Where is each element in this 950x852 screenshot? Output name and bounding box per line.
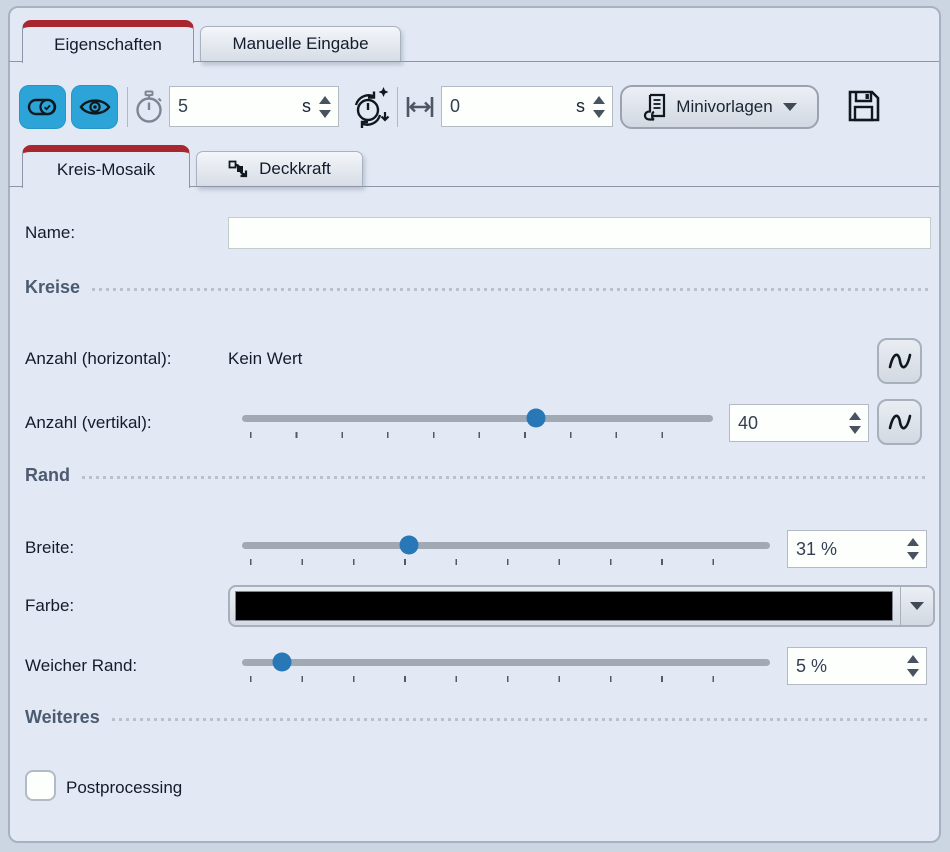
slider-handle[interactable] [527, 409, 546, 428]
section-weiteres: Weiteres [25, 707, 928, 728]
spin-up-icon[interactable] [849, 412, 861, 420]
anzahl-vertikal-spin-arrows[interactable] [849, 412, 861, 434]
slider-handle[interactable] [400, 536, 419, 555]
time-offset-icon [404, 93, 436, 121]
section-rand: Rand [25, 465, 928, 486]
tab-deckkraft-label: Deckkraft [259, 159, 331, 179]
name-label: Name: [25, 223, 75, 243]
spin-up-icon[interactable] [593, 96, 605, 104]
duration-spinbox[interactable]: s [169, 86, 339, 127]
spin-down-icon[interactable] [907, 552, 919, 560]
section-weiteres-title: Weiteres [25, 707, 100, 728]
anzahl-vertikal-input[interactable] [730, 413, 849, 434]
save-icon[interactable] [845, 88, 882, 124]
minivorlagen-label: Minivorlagen [676, 97, 772, 117]
section-divider-dots [82, 476, 928, 479]
tab-eigenschaften[interactable]: Eigenschaften [22, 20, 194, 63]
curve-button-horizontal[interactable] [877, 338, 922, 384]
duration-spin-arrows[interactable] [319, 96, 331, 118]
toggle-check-icon [27, 96, 59, 118]
slider-ticks [250, 432, 707, 438]
eye-icon [78, 95, 112, 119]
section-kreise-title: Kreise [25, 277, 80, 298]
anzahl-vertikal-spinbox[interactable] [729, 404, 869, 442]
weicher-rand-label: Weicher Rand: [25, 656, 137, 676]
minivorlagen-button[interactable]: Minivorlagen [620, 85, 819, 129]
breite-input[interactable] [788, 539, 907, 560]
stopwatch-icon [131, 89, 167, 125]
keyframe-curve-icon [228, 158, 252, 180]
tab-manuelle-eingabe-label: Manuelle Eingabe [232, 34, 368, 54]
breite-spinbox[interactable] [787, 530, 927, 568]
chevron-down-icon [783, 103, 797, 111]
offset-spinbox[interactable]: s [441, 86, 613, 127]
spin-up-icon[interactable] [907, 655, 919, 663]
color-dropdown-button[interactable] [900, 587, 933, 625]
section-kreise: Kreise [25, 277, 928, 298]
anzahl-horizontal-label: Anzahl (horizontal): [25, 349, 171, 369]
duration-unit: s [302, 96, 311, 117]
tab-eigenschaften-label: Eigenschaften [54, 35, 162, 55]
offset-unit: s [576, 96, 585, 117]
slider-ticks [250, 676, 764, 682]
curve-button-vertical[interactable] [877, 399, 922, 445]
offset-input[interactable] [442, 96, 576, 117]
section-rand-title: Rand [25, 465, 70, 486]
tab-kreis-mosaik-label: Kreis-Mosaik [57, 160, 155, 180]
spin-down-icon[interactable] [593, 110, 605, 118]
toolbar-separator [127, 87, 128, 127]
tab-deckkraft[interactable]: Deckkraft [196, 151, 363, 187]
visibility-button[interactable] [71, 85, 118, 129]
effect-properties-window: Eigenschaften Manuelle Eingabe [0, 0, 950, 852]
postprocessing-label: Postprocessing [66, 778, 182, 798]
spin-down-icon[interactable] [849, 426, 861, 434]
spin-up-icon[interactable] [907, 538, 919, 546]
weicher-rand-slider[interactable] [242, 647, 770, 685]
weicher-rand-spinbox[interactable] [787, 647, 927, 685]
farbe-color-picker[interactable] [228, 585, 935, 627]
effect-enabled-toggle-button[interactable] [19, 85, 66, 129]
anzahl-vertikal-label: Anzahl (vertikal): [25, 413, 152, 433]
toolbar-separator [397, 87, 398, 127]
color-swatch[interactable] [235, 591, 893, 621]
anzahl-vertikal-slider[interactable] [242, 403, 713, 441]
anzahl-horizontal-value: Kein Wert [228, 349, 302, 369]
chevron-down-icon [910, 602, 924, 610]
breite-slider[interactable] [242, 530, 770, 568]
slider-handle[interactable] [272, 653, 291, 672]
template-scroll-icon [642, 92, 668, 122]
section-divider-dots [92, 288, 928, 291]
spin-down-icon[interactable] [907, 669, 919, 677]
spin-up-icon[interactable] [319, 96, 331, 104]
tab-kreis-mosaik[interactable]: Kreis-Mosaik [22, 145, 190, 188]
tab-manuelle-eingabe[interactable]: Manuelle Eingabe [200, 26, 401, 62]
offset-spin-arrows[interactable] [593, 96, 605, 118]
farbe-label: Farbe: [25, 596, 74, 616]
auto-duration-icon[interactable] [350, 85, 392, 129]
sine-wave-icon [886, 409, 914, 435]
name-input[interactable] [228, 217, 931, 249]
breite-spin-arrows[interactable] [907, 538, 919, 560]
section-divider-dots [112, 718, 928, 721]
weicher-rand-input[interactable] [788, 656, 907, 677]
duration-input[interactable] [170, 96, 302, 117]
sine-wave-icon [886, 348, 914, 374]
slider-ticks [250, 559, 764, 565]
breite-label: Breite: [25, 538, 74, 558]
weicher-rand-spin-arrows[interactable] [907, 655, 919, 677]
spin-down-icon[interactable] [319, 110, 331, 118]
postprocessing-checkbox[interactable] [25, 770, 56, 801]
